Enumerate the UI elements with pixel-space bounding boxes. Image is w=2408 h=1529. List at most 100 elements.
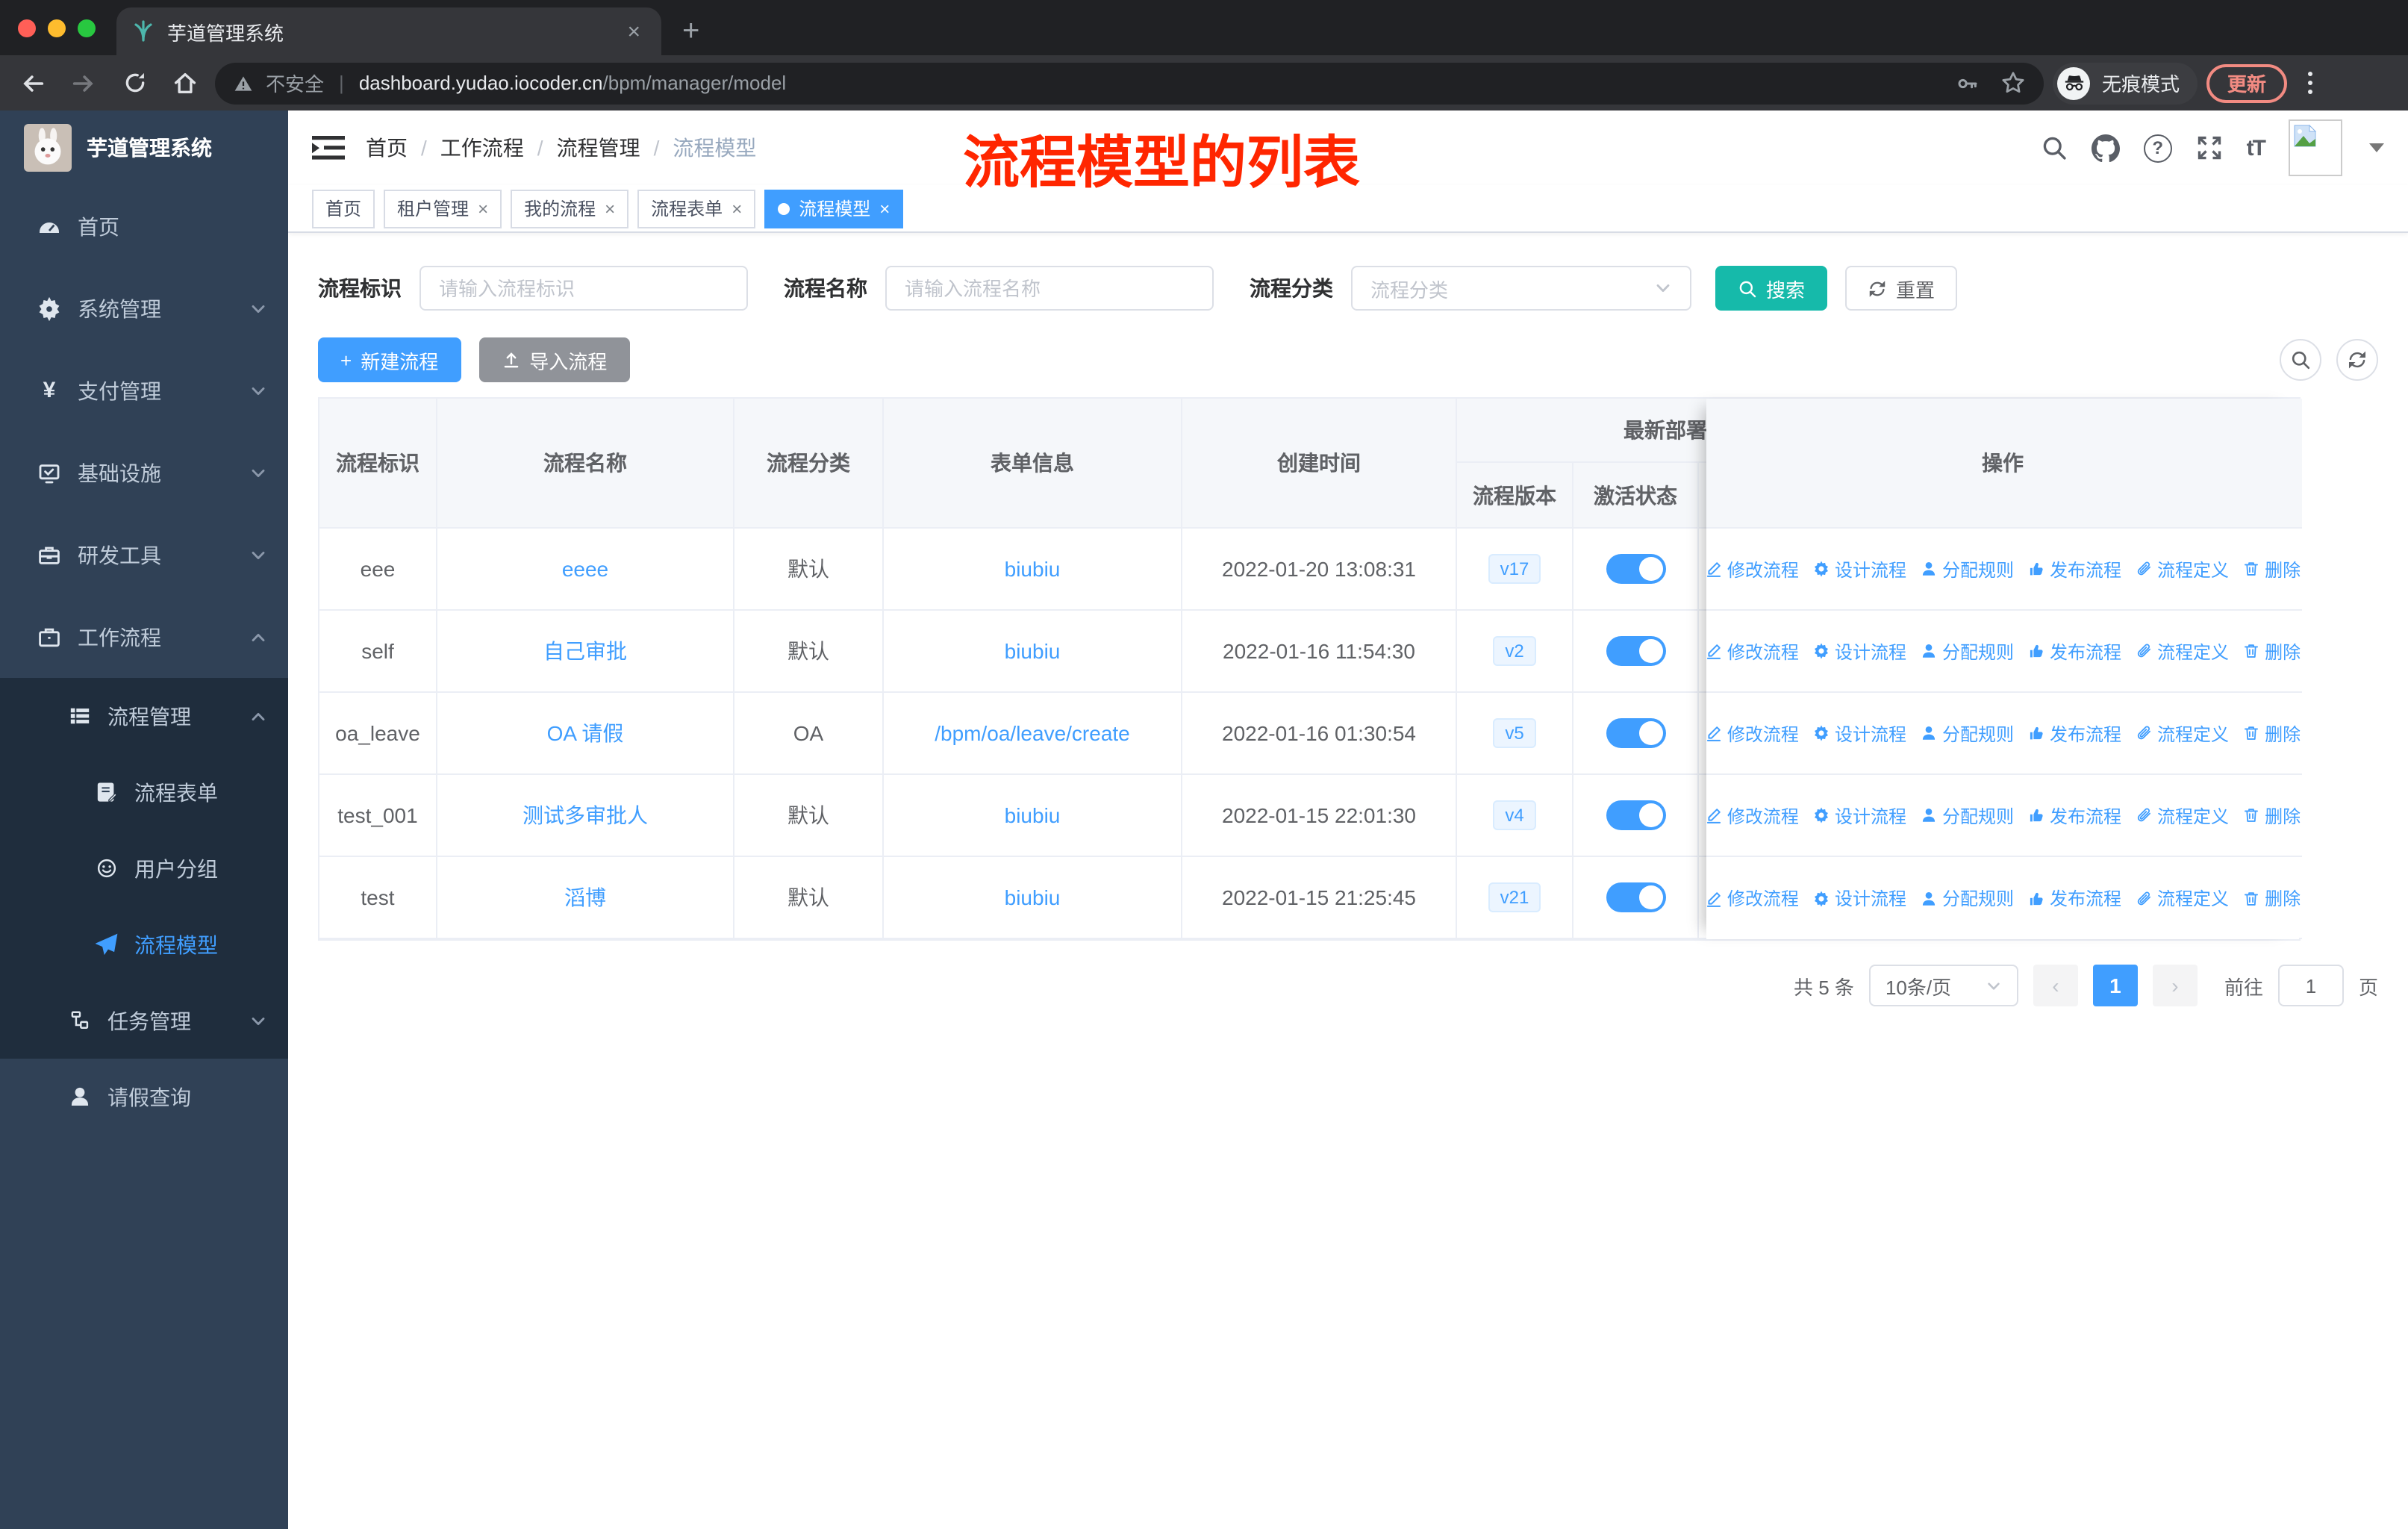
deploy-process-link[interactable]: 发布流程 bbox=[2027, 720, 2121, 746]
assign-rule-link[interactable]: 分配规则 bbox=[1920, 638, 2014, 664]
form-info-link[interactable]: biubiu bbox=[1005, 639, 1061, 663]
process-definition-link[interactable]: 流程定义 bbox=[2135, 638, 2229, 664]
window-controls[interactable] bbox=[0, 19, 116, 55]
process-name-link[interactable]: 自己审批 bbox=[543, 636, 627, 666]
sidebar-item-home[interactable]: 首页 bbox=[0, 185, 288, 267]
new-tab-button[interactable]: + bbox=[661, 15, 720, 55]
process-name-link[interactable]: OA 请假 bbox=[547, 718, 624, 748]
next-page-button[interactable]: › bbox=[2152, 965, 2198, 1006]
tag-close-icon[interactable]: × bbox=[605, 198, 615, 219]
form-info-link[interactable]: biubiu bbox=[1005, 557, 1061, 581]
page-number-button[interactable]: 1 bbox=[2092, 965, 2138, 1006]
password-key-icon[interactable] bbox=[1956, 71, 1980, 95]
tab-close-icon[interactable]: × bbox=[621, 19, 646, 44]
avatar-caret-icon[interactable] bbox=[2369, 143, 2384, 152]
design-process-link[interactable]: 设计流程 bbox=[1812, 638, 1906, 664]
assign-rule-link[interactable]: 分配规则 bbox=[1920, 720, 2014, 746]
process-category-select[interactable]: 流程分类 bbox=[1351, 266, 1691, 311]
delete-process-link[interactable]: 删除 bbox=[2242, 638, 2301, 664]
tag-process-form[interactable]: 流程表单 × bbox=[637, 189, 756, 228]
sidebar-item-process-form[interactable]: 流程表单 bbox=[0, 754, 288, 830]
refresh-table-button[interactable] bbox=[2336, 339, 2378, 381]
delete-process-link[interactable]: 删除 bbox=[2242, 885, 2301, 911]
security-label[interactable]: 不安全 bbox=[266, 69, 324, 97]
modify-process-link[interactable]: 修改流程 bbox=[1705, 720, 1799, 746]
create-process-button[interactable]: + 新建流程 bbox=[318, 337, 461, 382]
process-name-link[interactable]: 滔博 bbox=[564, 882, 606, 912]
process-definition-link[interactable]: 流程定义 bbox=[2135, 885, 2229, 911]
design-process-link[interactable]: 设计流程 bbox=[1812, 556, 1906, 582]
breadcrumb-workflow[interactable]: 工作流程 bbox=[440, 133, 524, 163]
modify-process-link[interactable]: 修改流程 bbox=[1705, 885, 1799, 911]
version-badge[interactable]: v2 bbox=[1493, 636, 1536, 666]
avatar[interactable] bbox=[2289, 119, 2342, 176]
active-status-toggle[interactable] bbox=[1606, 882, 1665, 912]
active-status-toggle[interactable] bbox=[1606, 718, 1665, 748]
design-process-link[interactable]: 设计流程 bbox=[1812, 885, 1906, 911]
toggle-search-button[interactable] bbox=[2280, 339, 2321, 381]
collapse-sidebar-icon[interactable] bbox=[312, 134, 345, 161]
tag-close-icon[interactable]: × bbox=[732, 198, 742, 219]
delete-process-link[interactable]: 删除 bbox=[2242, 803, 2301, 828]
deploy-process-link[interactable]: 发布流程 bbox=[2027, 638, 2121, 664]
modify-process-link[interactable]: 修改流程 bbox=[1705, 803, 1799, 828]
browser-tab[interactable]: 芋道管理系统 × bbox=[116, 7, 661, 55]
sidebar-item-workflow[interactable]: 工作流程 bbox=[0, 596, 288, 678]
page-size-select[interactable]: 10条/页 bbox=[1868, 965, 2018, 1006]
sidebar-item-process-model[interactable]: 流程模型 bbox=[0, 906, 288, 983]
assign-rule-link[interactable]: 分配规则 bbox=[1920, 803, 2014, 828]
help-icon[interactable]: ? bbox=[2143, 134, 2172, 162]
version-badge[interactable]: v17 bbox=[1488, 554, 1541, 584]
app-logo[interactable]: 芋道管理系统 bbox=[0, 110, 288, 185]
tag-my-process[interactable]: 我的流程 × bbox=[511, 189, 629, 228]
active-status-toggle[interactable] bbox=[1606, 636, 1665, 666]
close-window-button[interactable] bbox=[18, 19, 36, 37]
sidebar-item-user-group[interactable]: 用户分组 bbox=[0, 830, 288, 906]
process-definition-link[interactable]: 流程定义 bbox=[2135, 720, 2229, 746]
tag-process-model[interactable]: 流程模型 × bbox=[764, 189, 904, 228]
sidebar-item-process-management[interactable]: 流程管理 bbox=[0, 678, 288, 754]
delete-process-link[interactable]: 删除 bbox=[2242, 556, 2301, 582]
version-badge[interactable]: v5 bbox=[1493, 718, 1536, 748]
address-bar[interactable]: 不安全 | dashboard.yudao.iocoder.cn/bpm/man… bbox=[215, 62, 2044, 104]
version-badge[interactable]: v21 bbox=[1488, 882, 1541, 912]
reload-button[interactable] bbox=[113, 62, 155, 104]
sidebar-item-devtools[interactable]: 研发工具 bbox=[0, 514, 288, 596]
sidebar-item-leave-query[interactable]: 请假查询 bbox=[0, 1059, 288, 1135]
maximize-window-button[interactable] bbox=[78, 19, 96, 37]
design-process-link[interactable]: 设计流程 bbox=[1812, 803, 1906, 828]
process-definition-link[interactable]: 流程定义 bbox=[2135, 803, 2229, 828]
active-status-toggle[interactable] bbox=[1606, 554, 1665, 584]
modify-process-link[interactable]: 修改流程 bbox=[1705, 556, 1799, 582]
update-browser-button[interactable]: 更新 bbox=[2206, 63, 2288, 102]
tag-tenant[interactable]: 租户管理 × bbox=[384, 189, 502, 228]
goto-page-input[interactable] bbox=[2277, 965, 2344, 1006]
deploy-process-link[interactable]: 发布流程 bbox=[2027, 885, 2121, 911]
back-button[interactable] bbox=[12, 62, 54, 104]
process-id-input[interactable] bbox=[419, 266, 748, 311]
import-process-button[interactable]: 导入流程 bbox=[478, 337, 630, 382]
deploy-process-link[interactable]: 发布流程 bbox=[2027, 803, 2121, 828]
prev-page-button[interactable]: ‹ bbox=[2033, 965, 2078, 1006]
tag-home[interactable]: 首页 bbox=[312, 189, 375, 228]
bookmark-star-icon[interactable] bbox=[2000, 70, 2026, 96]
minimize-window-button[interactable] bbox=[48, 19, 66, 37]
form-info-link[interactable]: biubiu bbox=[1005, 885, 1061, 909]
fullscreen-icon[interactable] bbox=[2196, 134, 2223, 161]
assign-rule-link[interactable]: 分配规则 bbox=[1920, 885, 2014, 911]
reset-button[interactable]: 重置 bbox=[1845, 266, 1958, 311]
forward-button[interactable] bbox=[63, 62, 105, 104]
process-definition-link[interactable]: 流程定义 bbox=[2135, 556, 2229, 582]
header-search-icon[interactable] bbox=[2041, 134, 2068, 161]
tag-close-icon[interactable]: × bbox=[478, 198, 488, 219]
font-size-icon[interactable]: tT bbox=[2247, 135, 2266, 161]
home-button[interactable] bbox=[164, 62, 206, 104]
process-name-link[interactable]: eeee bbox=[562, 557, 608, 581]
active-status-toggle[interactable] bbox=[1606, 800, 1665, 830]
form-info-link[interactable]: /bpm/oa/leave/create bbox=[935, 721, 1130, 745]
sidebar-item-task-management[interactable]: 任务管理 bbox=[0, 983, 288, 1059]
design-process-link[interactable]: 设计流程 bbox=[1812, 720, 1906, 746]
delete-process-link[interactable]: 删除 bbox=[2242, 720, 2301, 746]
breadcrumb-home[interactable]: 首页 bbox=[366, 133, 408, 163]
sidebar-item-payment[interactable]: ¥ 支付管理 bbox=[0, 349, 288, 432]
